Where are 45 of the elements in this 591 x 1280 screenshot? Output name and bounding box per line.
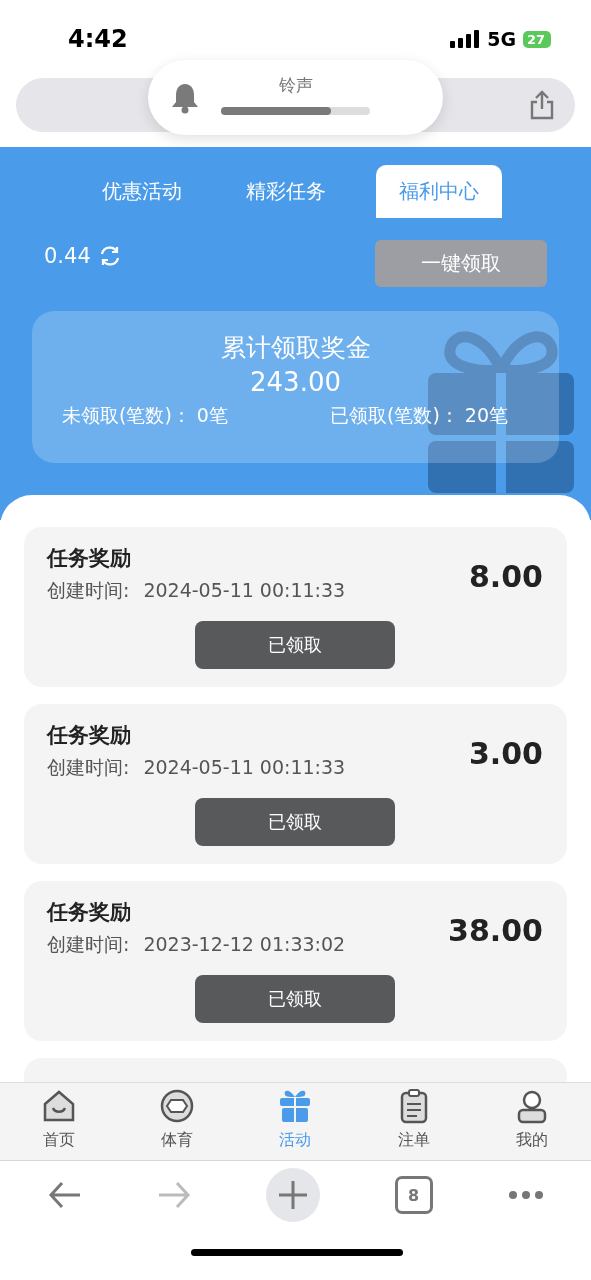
- nav-label: 注单: [397, 1130, 430, 1151]
- refresh-icon[interactable]: [98, 244, 121, 267]
- volume-track[interactable]: [221, 107, 370, 115]
- created-label: 创建时间:: [47, 755, 130, 780]
- nav-label: 首页: [43, 1130, 76, 1151]
- nav-item[interactable]: 我的: [491, 1083, 572, 1160]
- summary-total: 243.00: [250, 366, 341, 399]
- record-amount: 8.00: [468, 559, 543, 596]
- created-time: 2024-05-11 00:11:33: [143, 578, 346, 603]
- summary-title: 累计领取奖金: [220, 332, 371, 364]
- nav-item[interactable]: 首页: [19, 1083, 100, 1160]
- ball-icon: [159, 1088, 196, 1124]
- record-title: 任务奖励: [47, 722, 132, 749]
- claimed-button[interactable]: 已领取: [195, 621, 395, 669]
- nav-label: 体育: [161, 1130, 194, 1151]
- claimed-count: 已领取(笔数)： 20笔: [330, 403, 509, 428]
- share-icon[interactable]: [529, 90, 555, 120]
- nav-item[interactable]: 体育: [137, 1083, 218, 1160]
- plus-icon: [278, 1181, 307, 1209]
- forward-icon[interactable]: [156, 1181, 191, 1209]
- nav-item[interactable]: 注单: [373, 1083, 454, 1160]
- balance-amount: 0.44: [44, 243, 91, 268]
- network-label: 5G: [487, 28, 516, 50]
- back-icon[interactable]: [47, 1181, 82, 1209]
- new-tab-button[interactable]: [265, 1168, 320, 1222]
- created-label: 创建时间:: [47, 578, 130, 603]
- signal-icon: [450, 30, 481, 48]
- ringer-label: 铃声: [278, 75, 313, 95]
- created-time: 2023-12-12 01:33:02: [143, 932, 346, 957]
- unclaimed-count: 未领取(笔数)： 0笔: [62, 403, 229, 428]
- clock-time: 4:42: [68, 24, 129, 53]
- record-title: 任务奖励: [47, 545, 132, 572]
- created-label: 创建时间:: [47, 932, 130, 957]
- record-amount: 3.00: [468, 736, 543, 773]
- tab-count-button[interactable]: 8: [394, 1176, 433, 1214]
- bell-icon: [171, 82, 199, 114]
- created-time: 2024-05-11 00:11:33: [143, 755, 346, 780]
- record-amount: 38.00: [448, 913, 543, 950]
- nav-label: 活动: [279, 1130, 312, 1151]
- record-title: 任务奖励: [47, 899, 132, 926]
- more-icon[interactable]: [507, 1190, 544, 1200]
- claimed-button[interactable]: 已领取: [195, 975, 395, 1023]
- claimed-button[interactable]: 已领取: [195, 798, 395, 846]
- nav-label: 我的: [515, 1130, 548, 1151]
- battery-level: 27: [523, 30, 551, 48]
